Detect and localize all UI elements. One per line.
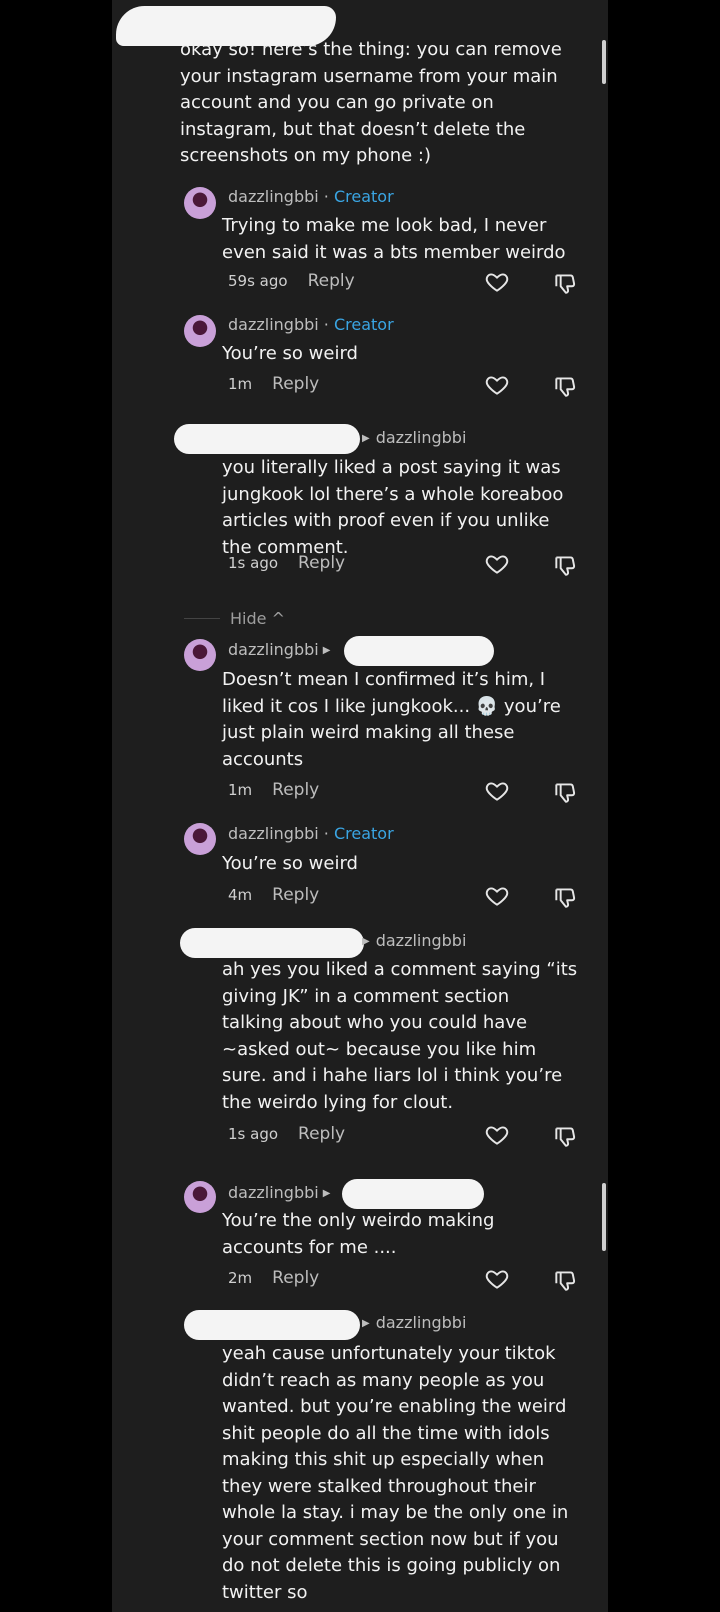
avatar[interactable]	[184, 315, 216, 347]
avatar[interactable]	[184, 639, 216, 671]
reply-to[interactable]: ▶ dazzlingbbi	[362, 428, 466, 449]
timestamp: 2m	[228, 1269, 253, 1287]
heart-outline-icon[interactable]	[484, 883, 510, 909]
reply-button[interactable]: Reply	[272, 1268, 319, 1288]
timestamp: 59s ago	[228, 272, 288, 290]
reply-button[interactable]: Reply	[272, 885, 319, 905]
comment-text: ah yes you liked a comment saying “its g…	[222, 959, 578, 1113]
comment-text: You’re so weird	[222, 853, 358, 874]
hide-replies-toggle[interactable]: Hide ^	[184, 609, 285, 628]
triangle-right-icon: ▶	[322, 645, 331, 656]
comment-meta: 2m Reply	[228, 1268, 319, 1288]
heart-outline-icon[interactable]	[484, 778, 510, 804]
hide-label[interactable]: Hide ^	[230, 609, 285, 628]
creator-badge: Creator	[333, 315, 394, 334]
redacted-username	[174, 424, 360, 454]
heart-outline-icon[interactable]	[484, 1122, 510, 1148]
comment-meta: 4m Reply	[228, 885, 319, 905]
badge-separator: ·	[318, 315, 334, 334]
heart-outline-icon[interactable]	[484, 372, 510, 398]
timestamp: 1m	[228, 781, 253, 799]
redacted-username	[184, 1310, 360, 1340]
scrollbar-thumb[interactable]	[602, 1183, 606, 1251]
thumbs-down-outline-icon[interactable]	[552, 1123, 578, 1149]
avatar[interactable]	[184, 1181, 216, 1213]
reply-to-user[interactable]: dazzlingbbi	[376, 428, 467, 447]
comment-text: yeah cause unfortunately your tiktok did…	[222, 1343, 569, 1603]
avatar[interactable]	[184, 187, 216, 219]
comment-text: Trying to make me look bad, I never even…	[222, 215, 566, 263]
timestamp: 1m	[228, 375, 253, 393]
comment-author[interactable]: dazzlingbbi ▶	[228, 640, 336, 661]
timestamp: 1s ago	[228, 554, 279, 572]
reply-to[interactable]: ▶ dazzlingbbi	[362, 931, 466, 952]
comment-meta: 1s ago Reply	[228, 1124, 345, 1144]
comment-text: you literally liked a post saying it was…	[222, 457, 564, 558]
comment-text: Doesn’t mean I confirmed it’s him, I lik…	[222, 669, 561, 770]
reply-button[interactable]: Reply	[308, 271, 355, 291]
thumbs-down-outline-icon[interactable]	[552, 884, 578, 910]
timestamp: 4m	[228, 886, 253, 904]
triangle-right-icon: ▶	[362, 433, 370, 444]
triangle-right-icon: ▶	[362, 936, 370, 947]
avatar[interactable]	[184, 823, 216, 855]
comment-text: You’re the only weirdo making accounts f…	[222, 1210, 495, 1258]
author-name[interactable]: dazzlingbbi	[228, 1183, 319, 1202]
creator-badge: Creator	[333, 187, 394, 206]
comment-author[interactable]: dazzlingbbi ▶	[228, 1183, 336, 1204]
comment-author[interactable]: dazzlingbbi · Creator	[228, 187, 394, 207]
comment-author[interactable]: dazzlingbbi · Creator	[228, 315, 394, 335]
author-name[interactable]: dazzlingbbi	[228, 824, 319, 843]
redacted-username	[180, 928, 364, 958]
heart-outline-icon[interactable]	[484, 269, 510, 295]
divider-line	[184, 618, 220, 619]
reply-button[interactable]: Reply	[272, 374, 319, 394]
triangle-right-icon: ▶	[362, 1318, 370, 1329]
reply-to[interactable]: ▶ dazzlingbbi	[362, 1313, 466, 1334]
author-name[interactable]: dazzlingbbi	[228, 315, 319, 334]
comment-text: okay so! here’s the thing: you can remov…	[180, 39, 562, 166]
comment-meta: 59s ago Reply	[228, 271, 355, 291]
comments-panel: okay so! here’s the thing: you can remov…	[112, 0, 608, 1612]
triangle-right-icon: ▶	[322, 1188, 331, 1199]
timestamp: 1s ago	[228, 1125, 279, 1143]
reply-to-user[interactable]: dazzlingbbi	[376, 931, 467, 950]
comment-meta: 1s ago Reply	[228, 553, 345, 573]
reply-to-user[interactable]: dazzlingbbi	[376, 1313, 467, 1332]
badge-separator: ·	[318, 187, 334, 206]
thumbs-down-outline-icon[interactable]	[552, 373, 578, 399]
heart-outline-icon[interactable]	[484, 1266, 510, 1292]
heart-outline-icon[interactable]	[484, 551, 510, 577]
redacted-username	[342, 1179, 484, 1209]
creator-badge: Creator	[333, 824, 394, 843]
author-name[interactable]: dazzlingbbi	[228, 187, 319, 206]
reply-button[interactable]: Reply	[298, 553, 345, 573]
reply-button[interactable]: Reply	[272, 780, 319, 800]
comment-author[interactable]: dazzlingbbi · Creator	[228, 824, 394, 844]
thumbs-down-outline-icon[interactable]	[552, 779, 578, 805]
reply-button[interactable]: Reply	[298, 1124, 345, 1144]
badge-separator: ·	[318, 824, 334, 843]
thumbs-down-outline-icon[interactable]	[552, 552, 578, 578]
thumbs-down-outline-icon[interactable]	[552, 1267, 578, 1293]
comment-text: You’re so weird	[222, 343, 358, 364]
author-name[interactable]: dazzlingbbi	[228, 640, 319, 659]
scrollbar-thumb[interactable]	[602, 40, 606, 84]
thumbs-down-outline-icon[interactable]	[552, 270, 578, 296]
comment-meta: 1m Reply	[228, 780, 319, 800]
comment-meta: 1m Reply	[228, 374, 319, 394]
redacted-username	[344, 636, 494, 666]
